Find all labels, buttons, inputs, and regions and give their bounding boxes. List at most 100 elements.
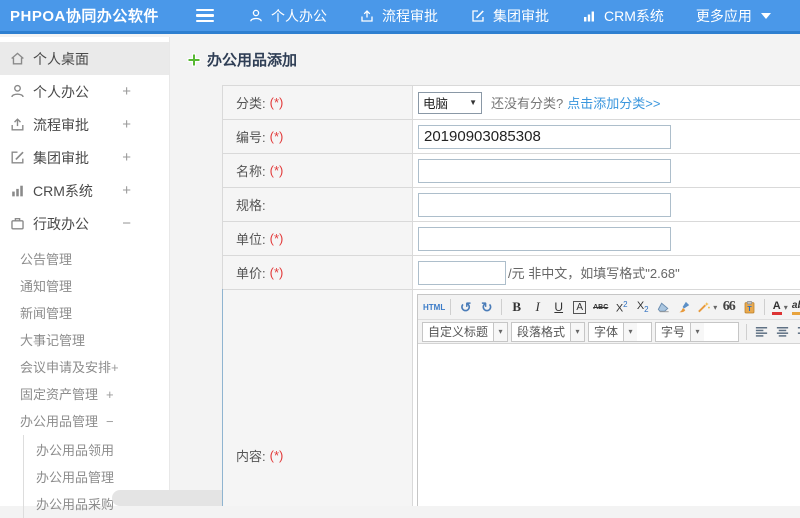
paragraph-format-dropdown[interactable]: 段落格式▾ bbox=[511, 322, 585, 342]
sidebar-subitem-label: 新闻管理 bbox=[20, 306, 72, 321]
toolbar-separator bbox=[764, 299, 765, 315]
font-size-dropdown-label: 字号 bbox=[656, 323, 690, 340]
toggle-expand-icon[interactable]: + bbox=[122, 83, 131, 100]
form-label-text: 内容: bbox=[236, 446, 266, 465]
undo-button[interactable]: ↺ bbox=[456, 297, 475, 317]
underline-button[interactable]: U bbox=[549, 297, 568, 317]
form-row-price: 单价: (*)/元 非中文，如填写格式"2.68" bbox=[223, 256, 800, 290]
align-center-button[interactable] bbox=[773, 322, 792, 342]
toggle-expand-icon[interactable]: + bbox=[106, 387, 114, 402]
sidebar-subitem-announcement-mgmt[interactable]: 公告管理 bbox=[0, 246, 169, 273]
nav-crm-system[interactable]: CRM系统 bbox=[565, 0, 680, 31]
toggle-expand-icon[interactable]: + bbox=[122, 116, 131, 133]
nav-workflow-approval[interactable]: 流程审批 bbox=[343, 0, 454, 31]
toggle-expand-icon[interactable]: + bbox=[122, 182, 131, 199]
sidebar-subitem-notice-mgmt[interactable]: 通知管理 bbox=[0, 273, 169, 300]
sidebar-item-group-approval[interactable]: 集团审批 + bbox=[0, 141, 169, 174]
horizontal-scrollbar-thumb[interactable] bbox=[112, 490, 222, 506]
form-value-spec bbox=[413, 188, 800, 221]
user-icon bbox=[248, 8, 264, 24]
price-input[interactable] bbox=[418, 261, 506, 285]
bold-button[interactable]: B bbox=[507, 297, 526, 317]
form-label-unit: 单位: (*) bbox=[223, 222, 413, 255]
item-name-input[interactable] bbox=[418, 159, 671, 183]
sidebar-item-label: 集团审批 bbox=[33, 148, 89, 168]
sidebar-item-label: 个人桌面 bbox=[33, 49, 89, 69]
category-select[interactable]: 电脑▼ bbox=[418, 92, 482, 114]
toolbar-separator bbox=[746, 324, 747, 340]
form-value-item-name bbox=[413, 154, 800, 187]
toggle-collapse-icon[interactable]: − bbox=[122, 215, 131, 232]
eraser-button[interactable] bbox=[654, 297, 673, 317]
required-marker: (*) bbox=[270, 129, 284, 144]
briefcase-icon bbox=[9, 215, 26, 232]
redo-button[interactable]: ↻ bbox=[477, 297, 496, 317]
caret-down-icon: ▾ bbox=[623, 323, 637, 341]
caret-down-icon bbox=[761, 13, 771, 24]
form-label-text: 分类: bbox=[236, 93, 266, 112]
no-category-hint: 还没有分类? bbox=[491, 93, 563, 112]
spec-input[interactable] bbox=[418, 193, 671, 217]
pastetext-button[interactable]: T bbox=[740, 297, 759, 317]
unit-input[interactable] bbox=[418, 227, 671, 251]
html-button[interactable]: HTML bbox=[423, 297, 445, 317]
toolbar-separator bbox=[501, 299, 502, 315]
superscript-button[interactable]: X2 bbox=[612, 297, 631, 317]
align-left-button[interactable] bbox=[752, 322, 771, 342]
sidebar-item-workflow-approval[interactable]: 流程审批+ bbox=[0, 108, 169, 141]
font-family-dropdown-label: 字体 bbox=[589, 323, 623, 340]
sidebar-subitem-fixed-assets-mgmt[interactable]: 固定资产管理+ bbox=[0, 381, 169, 408]
form-row-spec: 规格: bbox=[223, 188, 800, 222]
required-marker: (*) bbox=[270, 265, 284, 280]
add-category-link[interactable]: 点击添加分类>> bbox=[567, 93, 660, 112]
toggle-expand-icon[interactable]: + bbox=[111, 360, 119, 375]
toggle-collapse-icon[interactable]: − bbox=[106, 414, 114, 429]
nav-personal-office[interactable]: 个人办公 bbox=[232, 0, 343, 31]
nav-more-apps[interactable]: 更多应用 bbox=[680, 0, 787, 31]
blockquote-button[interactable]: 66 bbox=[719, 297, 738, 317]
sidebar-item-desktop[interactable]: 个人桌面 bbox=[0, 42, 169, 75]
sidebar-item-admin-office[interactable]: 行政办公 − bbox=[0, 207, 169, 240]
toggle-expand-icon[interactable]: + bbox=[122, 149, 131, 166]
home-icon bbox=[9, 50, 26, 67]
code-input[interactable] bbox=[418, 125, 671, 149]
backcolor-button[interactable]: ab▾ bbox=[791, 297, 800, 317]
caret-down-icon: ▾ bbox=[570, 323, 584, 341]
nav-more-apps-label: 更多应用 bbox=[696, 6, 752, 26]
align-right-button[interactable] bbox=[794, 322, 800, 342]
sidebar-item-label: 行政办公 bbox=[33, 214, 89, 234]
form-label-spec: 规格: bbox=[223, 188, 413, 221]
top-nav: 个人办公流程审批集团审批CRM系统更多应用 bbox=[232, 0, 787, 31]
toolbar-separator bbox=[450, 299, 451, 315]
sidebar-sub-menu: 公告管理通知管理新闻管理大事记管理会议申请及安排+固定资产管理+办公用品管理− bbox=[0, 240, 169, 435]
font-family-dropdown[interactable]: 字体▾ bbox=[588, 322, 652, 342]
form-row-category: 分类: (*)电脑▼还没有分类?点击添加分类>> bbox=[223, 86, 800, 120]
app-logo[interactable]: PHPOA协同办公软件 bbox=[0, 5, 178, 26]
italic-button[interactable]: I bbox=[528, 297, 547, 317]
sidebar-subitem-meeting-mgmt[interactable]: 会议申请及安排+ bbox=[0, 354, 169, 381]
sidebar-subsubitem-supplies-claim[interactable]: 办公用品领用 bbox=[24, 437, 169, 464]
form-row-item-name: 名称: (*) bbox=[223, 154, 800, 188]
sidebar-item-crm-system[interactable]: CRM系统+ bbox=[0, 174, 169, 207]
form-label-item-name: 名称: (*) bbox=[223, 154, 413, 187]
font-size-dropdown[interactable]: 字号▾ bbox=[655, 322, 739, 342]
formatmatch-button[interactable] bbox=[675, 297, 694, 317]
strikethrough-button[interactable]: ABC bbox=[591, 297, 610, 317]
forecolor-button[interactable]: A▾ bbox=[770, 297, 789, 317]
select-caret-icon: ▼ bbox=[469, 98, 477, 107]
editor-content-area[interactable] bbox=[418, 344, 800, 506]
sidebar-subitem-events-mgmt[interactable]: 大事记管理 bbox=[0, 327, 169, 354]
sidebar-item-personal-office[interactable]: 个人办公+ bbox=[0, 75, 169, 108]
subscript-button[interactable]: X2 bbox=[633, 297, 652, 317]
sidebar-subitem-office-supplies-mgmt[interactable]: 办公用品管理− bbox=[0, 408, 169, 435]
fontborder-button[interactable]: A bbox=[570, 297, 589, 317]
editor-toolbar-row2: 自定义标题▾段落格式▾字体▾字号▾ bbox=[418, 320, 800, 344]
nav-personal-office-label: 个人办公 bbox=[271, 6, 327, 26]
custom-title-dropdown[interactable]: 自定义标题▾ bbox=[422, 322, 508, 342]
autotypeset-button[interactable]: ▾ bbox=[696, 297, 717, 317]
menu-hamburger-icon[interactable] bbox=[196, 8, 218, 24]
nav-group-approval[interactable]: 集团审批 bbox=[454, 0, 565, 31]
sidebar-subsubitem-supplies-manage[interactable]: 办公用品管理 bbox=[24, 464, 169, 491]
sidebar-subitem-news-mgmt[interactable]: 新闻管理 bbox=[0, 300, 169, 327]
sidebar-subsubitem-label: 办公用品管理 bbox=[36, 470, 114, 485]
